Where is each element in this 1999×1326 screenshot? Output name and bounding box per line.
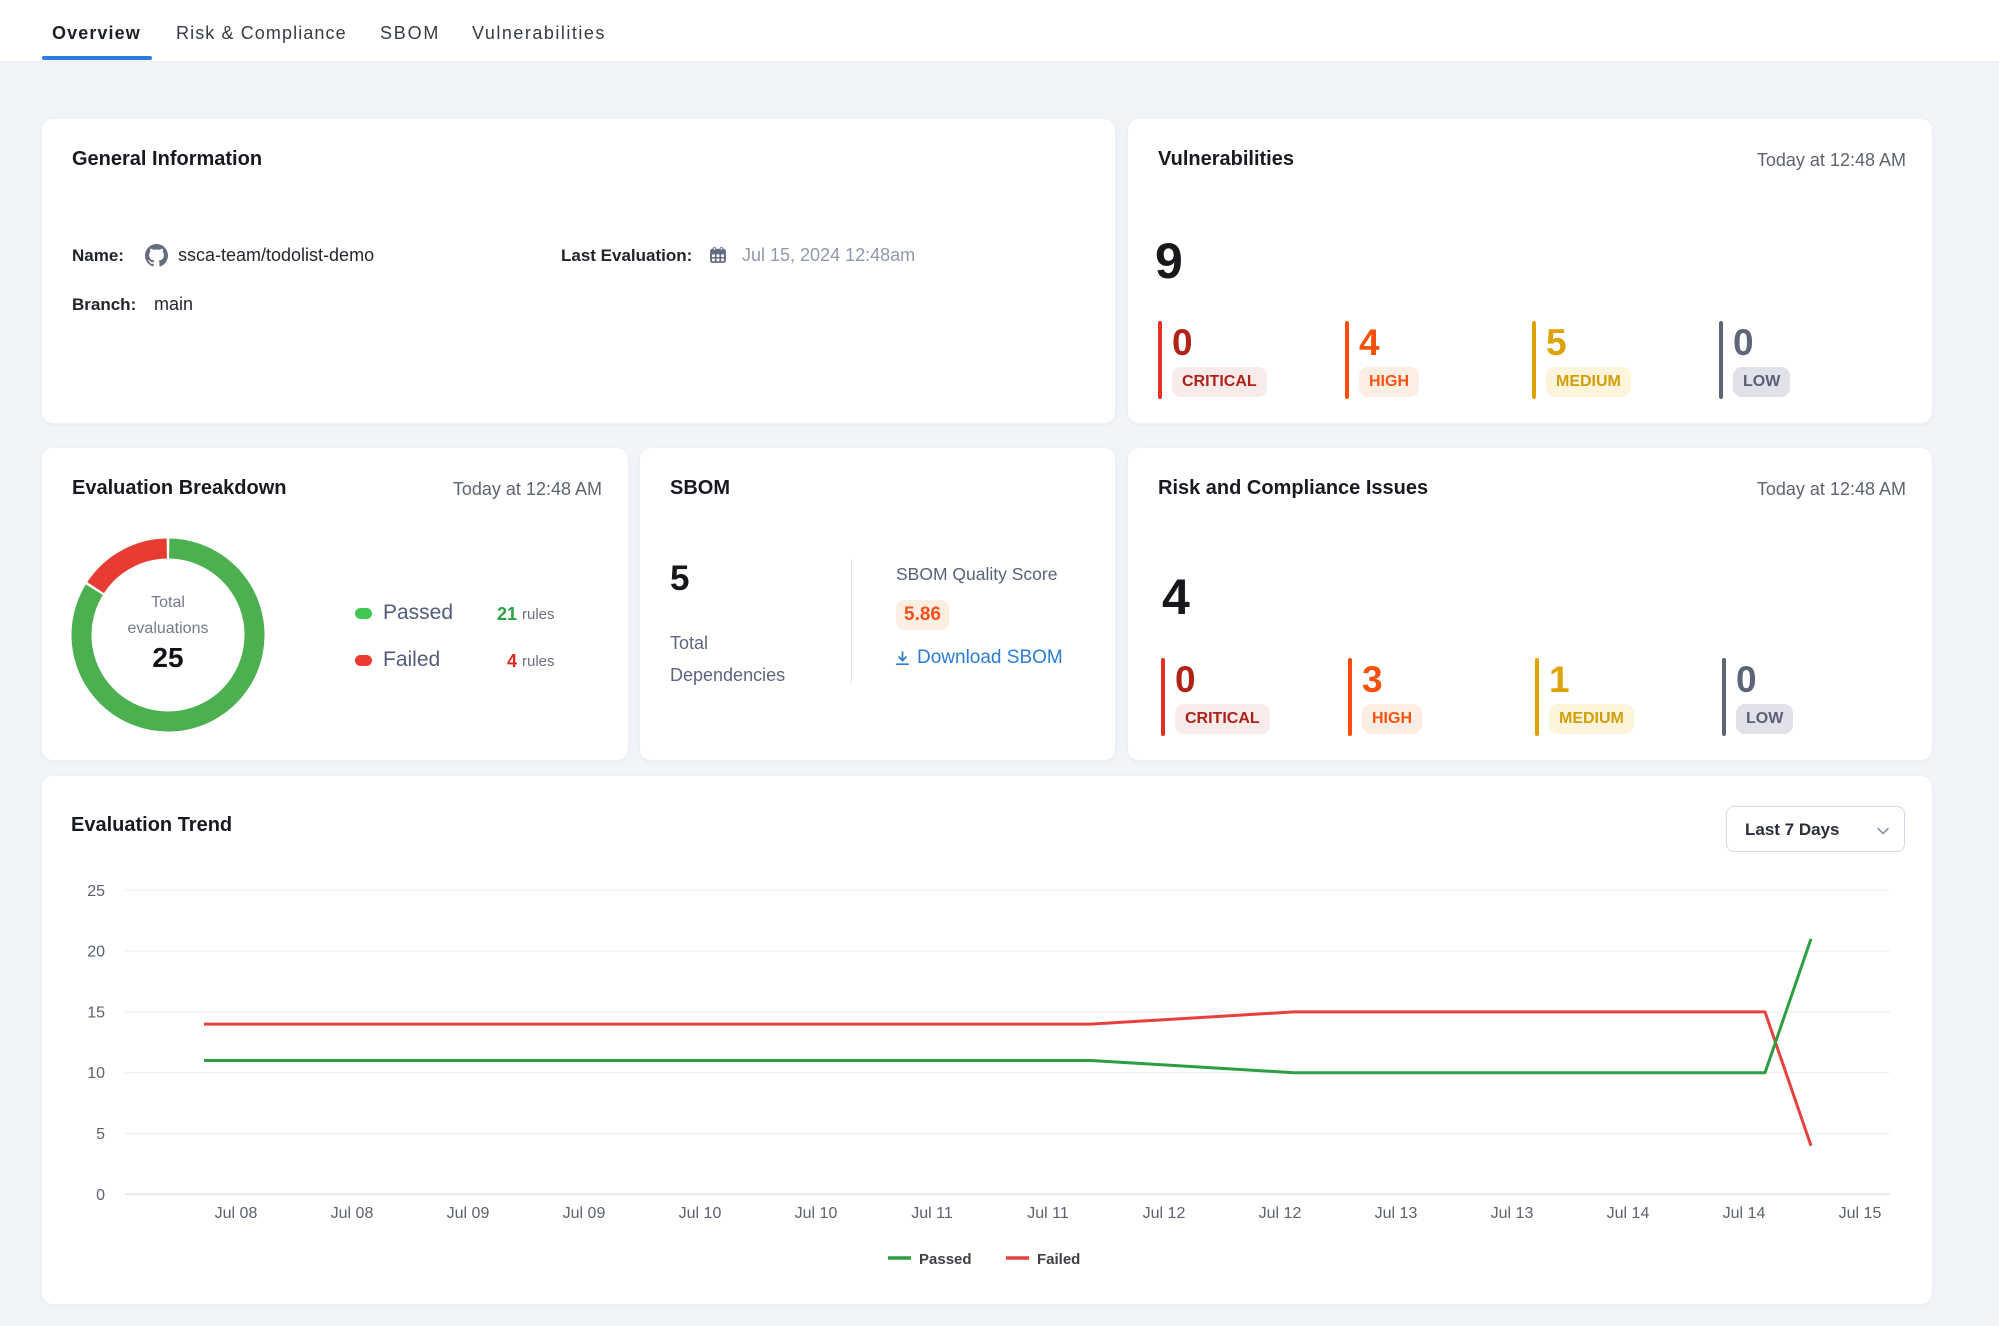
svg-text:Jul 13: Jul 13 (1491, 1205, 1534, 1222)
svg-text:15: 15 (87, 1004, 105, 1021)
svg-text:Jul 14: Jul 14 (1607, 1205, 1650, 1222)
svg-text:20: 20 (87, 944, 105, 961)
svg-text:Jul 15: Jul 15 (1839, 1205, 1882, 1222)
svg-text:10: 10 (87, 1065, 105, 1082)
svg-text:25: 25 (87, 883, 105, 900)
svg-text:Jul 12: Jul 12 (1259, 1205, 1302, 1222)
svg-text:Jul 08: Jul 08 (215, 1205, 258, 1222)
svg-text:Jul 10: Jul 10 (795, 1205, 838, 1222)
svg-text:0: 0 (96, 1187, 105, 1204)
svg-text:5: 5 (96, 1126, 105, 1143)
svg-text:Jul 11: Jul 11 (1027, 1205, 1069, 1222)
svg-text:Failed: Failed (1037, 1251, 1080, 1268)
svg-text:Jul 08: Jul 08 (331, 1205, 374, 1222)
svg-text:Jul 12: Jul 12 (1143, 1205, 1186, 1222)
svg-text:Jul 09: Jul 09 (563, 1205, 606, 1222)
svg-text:Jul 11: Jul 11 (911, 1205, 953, 1222)
svg-text:Jul 13: Jul 13 (1375, 1205, 1418, 1222)
svg-text:Jul 14: Jul 14 (1723, 1205, 1766, 1222)
svg-text:Jul 10: Jul 10 (679, 1205, 722, 1222)
svg-text:Passed: Passed (919, 1251, 972, 1268)
svg-text:Jul 09: Jul 09 (447, 1205, 490, 1222)
